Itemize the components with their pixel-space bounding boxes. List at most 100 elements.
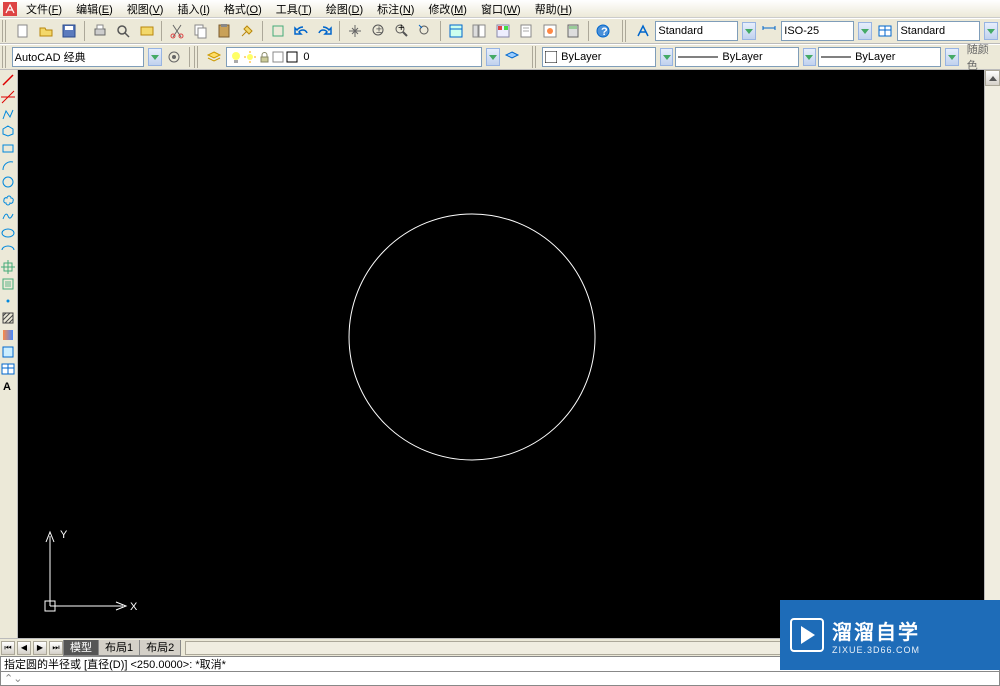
toolbar-grip[interactable] xyxy=(622,20,628,42)
drawing-canvas[interactable]: Y X xyxy=(18,70,984,638)
tablestyle-combo[interactable]: Standard xyxy=(897,21,980,41)
ellipse-tool[interactable] xyxy=(0,225,16,241)
xline-tool[interactable] xyxy=(0,89,16,105)
lineweight-combo[interactable]: ByLayer xyxy=(818,47,941,67)
region-tool[interactable] xyxy=(0,344,16,360)
print-button[interactable] xyxy=(89,20,110,42)
linetype-combo[interactable]: ByLayer xyxy=(675,47,798,67)
zoom-rt-button[interactable]: ± xyxy=(368,20,389,42)
toolbar-grip[interactable] xyxy=(2,20,8,42)
tab-first-button[interactable]: ⏮ xyxy=(1,641,15,655)
dropdown-arrow-icon[interactable] xyxy=(742,22,756,40)
tab-prev-button[interactable]: ◀ xyxy=(17,641,31,655)
designcenter-button[interactable] xyxy=(469,20,490,42)
makeblock-tool[interactable] xyxy=(0,276,16,292)
tab-layout2[interactable]: 布局2 xyxy=(139,640,181,656)
revcloud-tool[interactable] xyxy=(0,191,16,207)
redo-button[interactable] xyxy=(314,20,335,42)
layer-manager-button[interactable] xyxy=(203,46,224,68)
textstyle-combo[interactable]: Standard xyxy=(655,21,738,41)
circle-tool[interactable] xyxy=(0,174,16,190)
layers-toolbar: AutoCAD 经典 0 ByLayer ByLayer ByLayer 随颜色 xyxy=(0,44,1000,70)
publish-button[interactable] xyxy=(136,20,157,42)
tablestyle-button[interactable] xyxy=(874,20,895,42)
tab-last-button[interactable]: ⏭ xyxy=(49,641,63,655)
menu-insert[interactable]: 插入(I) xyxy=(171,0,215,18)
line-tool[interactable] xyxy=(0,72,16,88)
open-button[interactable] xyxy=(35,20,56,42)
menu-window[interactable]: 窗口(W) xyxy=(475,0,527,18)
app-icon xyxy=(2,1,18,17)
hatch-tool[interactable] xyxy=(0,310,16,326)
tab-layout1[interactable]: 布局1 xyxy=(98,640,140,656)
menu-dimension[interactable]: 标注(N) xyxy=(371,0,420,18)
block-button[interactable] xyxy=(267,20,288,42)
table-tool[interactable] xyxy=(0,361,16,377)
ellipsearc-tool[interactable] xyxy=(0,242,16,258)
layer-combo[interactable]: 0 xyxy=(226,47,482,67)
save-button[interactable] xyxy=(59,20,80,42)
workspace-combo[interactable]: AutoCAD 经典 xyxy=(12,47,145,67)
workspace-settings-button[interactable] xyxy=(164,46,185,68)
menu-tools[interactable]: 工具(T) xyxy=(270,0,318,18)
textstyle-button[interactable] xyxy=(632,20,653,42)
dimstyle-button[interactable] xyxy=(758,20,779,42)
zoom-prev-button[interactable] xyxy=(415,20,436,42)
dropdown-arrow-icon[interactable] xyxy=(486,48,499,66)
dropdown-arrow-icon[interactable] xyxy=(945,48,958,66)
pan-button[interactable] xyxy=(344,20,365,42)
dropdown-arrow-icon[interactable] xyxy=(803,48,816,66)
undo-button[interactable] xyxy=(291,20,312,42)
menu-help[interactable]: 帮助(H) xyxy=(529,0,578,18)
dropdown-arrow-icon[interactable] xyxy=(858,22,872,40)
menu-draw[interactable]: 绘图(D) xyxy=(320,0,369,18)
point-tool[interactable] xyxy=(0,293,16,309)
color-combo[interactable]: ByLayer xyxy=(542,47,656,67)
paste-button[interactable] xyxy=(213,20,234,42)
svg-text:±: ± xyxy=(376,24,382,36)
menu-edit[interactable]: 编辑(E) xyxy=(70,0,119,18)
markup-button[interactable] xyxy=(539,20,560,42)
standard-toolbar: ± + ? Standard ISO-25 Standard xyxy=(0,18,1000,44)
toolbar-grip[interactable] xyxy=(2,46,8,68)
scroll-track[interactable] xyxy=(985,86,1000,622)
rectangle-tool[interactable] xyxy=(0,140,16,156)
svg-text:+: + xyxy=(398,23,404,34)
properties-button[interactable] xyxy=(445,20,466,42)
zoom-window-button[interactable]: + xyxy=(391,20,412,42)
cut-button[interactable] xyxy=(166,20,187,42)
sheetset-button[interactable] xyxy=(515,20,536,42)
dropdown-arrow-icon[interactable] xyxy=(984,22,998,40)
calculator-button[interactable] xyxy=(562,20,583,42)
tab-next-button[interactable]: ▶ xyxy=(33,641,47,655)
arc-tool[interactable] xyxy=(0,157,16,173)
vertical-scrollbar[interactable] xyxy=(984,70,1000,638)
toolpalette-button[interactable] xyxy=(492,20,513,42)
help-button[interactable]: ? xyxy=(593,20,614,42)
toolbar-grip[interactable] xyxy=(194,46,200,68)
layer-prev-button[interactable] xyxy=(502,46,523,68)
insertblock-tool[interactable] xyxy=(0,259,16,275)
command-input[interactable]: ⌃⌄ xyxy=(0,672,1000,686)
toolbar-grip[interactable] xyxy=(532,46,538,68)
scroll-up-button[interactable] xyxy=(985,70,1000,86)
gradient-tool[interactable] xyxy=(0,327,16,343)
dropdown-arrow-icon[interactable] xyxy=(148,48,161,66)
polyline-tool[interactable] xyxy=(0,106,16,122)
tab-model[interactable]: 模型 xyxy=(63,640,99,656)
matchprop-button[interactable] xyxy=(237,20,258,42)
mtext-tool[interactable]: A xyxy=(0,378,16,394)
copy-button[interactable] xyxy=(190,20,211,42)
polygon-tool[interactable] xyxy=(0,123,16,139)
svg-text:X: X xyxy=(130,601,138,613)
menu-format[interactable]: 格式(O) xyxy=(218,0,268,18)
new-button[interactable] xyxy=(12,20,33,42)
drawn-circle xyxy=(349,214,595,460)
menu-modify[interactable]: 修改(M) xyxy=(422,0,473,18)
menu-view[interactable]: 视图(V) xyxy=(121,0,170,18)
menu-file[interactable]: 文件(F) xyxy=(20,0,68,18)
spline-tool[interactable] xyxy=(0,208,16,224)
dropdown-arrow-icon[interactable] xyxy=(660,48,673,66)
preview-button[interactable] xyxy=(113,20,134,42)
dimstyle-combo[interactable]: ISO-25 xyxy=(781,21,854,41)
